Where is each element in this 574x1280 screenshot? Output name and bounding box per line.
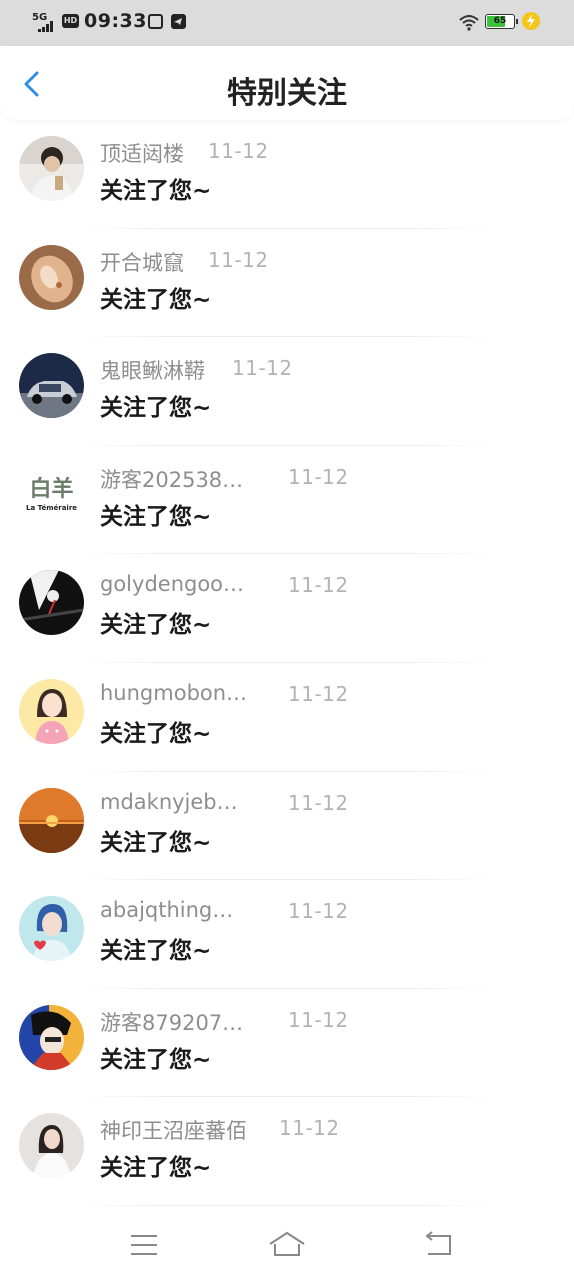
wifi-icon [458, 13, 480, 31]
return-button[interactable] [420, 1228, 460, 1262]
follow-date: 11-12 [288, 573, 349, 598]
follow-date: 11-12 [279, 1116, 340, 1141]
meta-line: 顶适闼楼 11-12 [100, 138, 400, 168]
meta-line: 开合城竄 11-12 [100, 247, 400, 277]
meta-line: golydengoo… 11-12 [100, 572, 400, 602]
follow-message: 关注了您~ [100, 395, 212, 422]
header-bar: 特别关注 [0, 46, 574, 120]
status-time: 09:33 [84, 10, 147, 32]
follow-message: 关注了您~ [100, 720, 212, 747]
username[interactable]: abajqthing… [100, 898, 233, 922]
charging-icon [522, 12, 540, 30]
avatar-illustration[interactable] [19, 570, 84, 636]
svg-text:La Téméraire: La Téméraire [26, 504, 77, 512]
hd-icon: HD [62, 14, 79, 28]
battery-level: 65 [493, 16, 507, 26]
list-item[interactable]: 开合城竄 11-12 关注了您~ [0, 229, 574, 338]
svg-text:白羊: 白羊 [29, 476, 73, 502]
avatar-photo[interactable] [19, 1113, 84, 1179]
follow-message: 关注了您~ [100, 503, 212, 530]
follow-date: 11-12 [208, 247, 269, 272]
avatar-logo[interactable]: 白羊 La Téméraire [19, 461, 84, 527]
avatar-photo[interactable] [19, 787, 84, 853]
follow-message: 关注了您~ [100, 829, 212, 856]
meta-line: mdaknyjeb… 11-12 [100, 790, 400, 820]
menu-icon [131, 1235, 157, 1255]
list-item[interactable]: 白羊 La Téméraire 游客202538… 11-12 关注了您~ [0, 446, 574, 555]
follow-date: 11-12 [208, 139, 269, 163]
follower-list: 顶适闼楼 11-12 关注了您~ 开合城竄 11-12 关注了您~ 鬼眼鳅淋鞯 11-12 关注… [0, 120, 574, 1206]
username[interactable]: 顶适闼楼 [100, 138, 184, 168]
meta-line: 神印王沼座蕃佰 11-12 [100, 1115, 400, 1145]
follow-date: 11-12 [288, 681, 349, 706]
list-item[interactable]: golydengoo… 11-12 关注了您~ [0, 554, 574, 663]
meta-line: abajqthing… 11-12 [100, 898, 400, 928]
follow-date: 11-12 [288, 1007, 349, 1032]
username[interactable]: 鬼眼鳅淋鞯 [100, 355, 205, 385]
follow-message: 关注了您~ [100, 178, 212, 204]
signal-icon [38, 21, 56, 32]
avatar-photo[interactable] [19, 353, 84, 419]
list-item[interactable]: abajqthing… 11-12 关注了您~ [0, 880, 574, 989]
pay-app-icon [148, 14, 163, 29]
home-button[interactable] [267, 1228, 307, 1262]
list-item[interactable]: 神印王沼座蕃佰 11-12 关注了您~ [0, 1097, 574, 1206]
avatar-illustration[interactable] [19, 896, 84, 962]
avatar-photo[interactable] [19, 136, 84, 201]
username[interactable]: hungmobon… [100, 681, 247, 705]
username[interactable]: 游客202538… [100, 464, 243, 494]
system-nav-bar [0, 1210, 574, 1280]
follow-date: 11-12 [232, 356, 293, 381]
username[interactable]: 开合城竄 [100, 247, 184, 277]
meta-line: 鬼眼鳅淋鞯 11-12 [100, 355, 400, 385]
follow-message: 关注了您~ [100, 1046, 212, 1073]
meta-line: 游客879207… 11-12 [100, 1007, 400, 1037]
follow-date: 11-12 [288, 899, 349, 924]
avatar-illustration[interactable] [19, 678, 84, 744]
list-item[interactable]: hungmobon… 11-12 关注了您~ [0, 663, 574, 772]
username[interactable]: 游客879207… [100, 1007, 243, 1037]
return-icon [425, 1231, 451, 1255]
username[interactable]: 神印王沼座蕃佰 [100, 1115, 247, 1145]
menu-button[interactable] [124, 1228, 164, 1262]
avatar-photo[interactable] [19, 244, 84, 310]
follow-message: 关注了您~ [100, 938, 212, 965]
username[interactable]: mdaknyjeb… [100, 790, 238, 814]
status-bar: 5G HD 09:33 65 [0, 0, 574, 46]
telegram-icon [171, 14, 186, 29]
divider [80, 1204, 494, 1206]
follow-message: 关注了您~ [100, 1155, 212, 1182]
avatar-illustration[interactable] [19, 1004, 84, 1070]
follow-message: 关注了您~ [100, 286, 212, 313]
page-title: 特别关注 [227, 76, 347, 111]
follow-date: 11-12 [288, 464, 349, 489]
list-item[interactable]: mdaknyjeb… 11-12 关注了您~ [0, 772, 574, 881]
meta-line: 游客202538… 11-12 [100, 464, 400, 494]
home-icon [269, 1231, 305, 1256]
list-item[interactable]: 顶适闼楼 11-12 关注了您~ [0, 120, 574, 229]
username[interactable]: golydengoo… [100, 572, 244, 596]
follow-message: 关注了您~ [100, 612, 212, 639]
battery-icon: 65 [485, 14, 518, 29]
list-item[interactable]: 游客879207… 11-12 关注了您~ [0, 989, 574, 1098]
meta-line: hungmobon… 11-12 [100, 681, 400, 711]
follow-date: 11-12 [288, 790, 349, 815]
list-item[interactable]: 鬼眼鳅淋鞯 11-12 关注了您~ [0, 337, 574, 446]
